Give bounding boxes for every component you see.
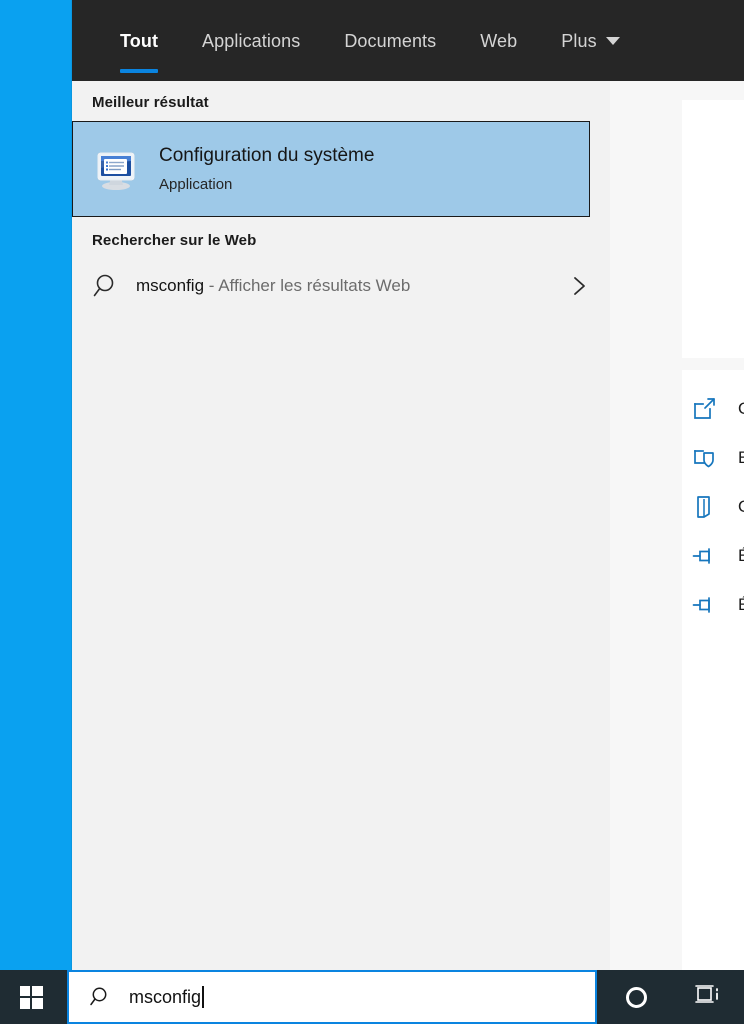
best-result-header: Meilleur résultat [92, 94, 209, 111]
start-search-flyout: Tout Applications Documents Web Plus Mei… [72, 0, 744, 970]
cortana-circle-icon [625, 986, 647, 1008]
best-result-title: Configuration du système [159, 144, 375, 166]
web-search-query: msconfig [136, 276, 205, 295]
search-icon [92, 271, 122, 301]
action-open-file-location-label: Ouvrir [738, 497, 744, 517]
pin-icon [692, 592, 718, 618]
chevron-right-icon[interactable] [568, 275, 590, 297]
tab-apps-underline [194, 69, 300, 73]
action-open-file-location[interactable]: Ouvrir [682, 482, 744, 531]
folder-location-icon [692, 494, 718, 520]
tab-all-label: Tout [120, 30, 159, 51]
chevron-down-icon [605, 36, 620, 45]
results-column: Meilleur résultat Configuration du systè… [72, 81, 610, 970]
taskbar: msconfig [0, 970, 744, 1024]
web-search-result-row[interactable]: msconfig - Afficher les résultats Web [72, 259, 610, 313]
action-pin-to-taskbar[interactable]: Épingl [682, 580, 744, 629]
tab-all-underline [120, 69, 159, 73]
tab-apps[interactable]: Applications [180, 0, 322, 81]
tab-more-label: Plus [561, 30, 597, 51]
screen: Tout Applications Documents Web Plus Mei… [0, 0, 744, 1024]
action-pin-to-taskbar-label: Épingl [738, 594, 744, 614]
best-result-tile[interactable]: Configuration du système Application [72, 121, 590, 217]
tab-documents-label: Documents [344, 30, 437, 51]
search-input[interactable]: msconfig [129, 986, 205, 1008]
open-icon [692, 396, 718, 422]
search-input-value: msconfig [129, 986, 202, 1007]
app-actions-card: Ouvrir Exécut [682, 370, 744, 970]
web-search-header: Rechercher sur le Web [92, 232, 257, 249]
action-pin-to-start[interactable]: Épingl [682, 531, 744, 580]
tab-web-label: Web [480, 30, 518, 51]
tab-more[interactable]: Plus [539, 0, 641, 81]
preview-column: Ouvrir Exécut [610, 81, 744, 970]
tab-web-underline [472, 69, 517, 73]
cortana-button[interactable] [600, 970, 672, 1024]
action-run-as-admin[interactable]: Exécut [682, 433, 744, 482]
tab-documents[interactable]: Documents [322, 0, 458, 81]
app-preview-card [682, 100, 744, 358]
taskbar-search-box[interactable]: msconfig [67, 970, 597, 1024]
tab-web[interactable]: Web [458, 0, 539, 81]
system-configuration-icon [95, 148, 139, 192]
start-button[interactable] [0, 970, 62, 1024]
task-view-icon [694, 983, 722, 1012]
shield-run-icon [692, 445, 718, 471]
pin-icon [692, 543, 718, 569]
tab-more-underline [553, 69, 619, 73]
web-search-suffix: - Afficher les résultats Web [204, 276, 411, 295]
web-search-result-label: msconfig - Afficher les résultats Web [136, 276, 568, 296]
tab-apps-label: Applications [202, 30, 301, 51]
text-cursor [202, 986, 205, 1008]
action-run-as-admin-label: Exécut [738, 447, 744, 467]
action-open-label: Ouvrir [738, 399, 744, 419]
best-result-subtitle: Application [159, 175, 233, 193]
tab-all[interactable]: Tout [106, 0, 180, 81]
windows-logo-icon [19, 985, 43, 1009]
tab-documents-underline [336, 69, 436, 73]
action-pin-to-start-label: Épingl [738, 545, 744, 565]
task-view-button[interactable] [672, 970, 744, 1024]
search-icon [89, 985, 113, 1009]
search-filter-tabbar: Tout Applications Documents Web Plus [72, 0, 744, 81]
action-open[interactable]: Ouvrir [682, 384, 744, 433]
